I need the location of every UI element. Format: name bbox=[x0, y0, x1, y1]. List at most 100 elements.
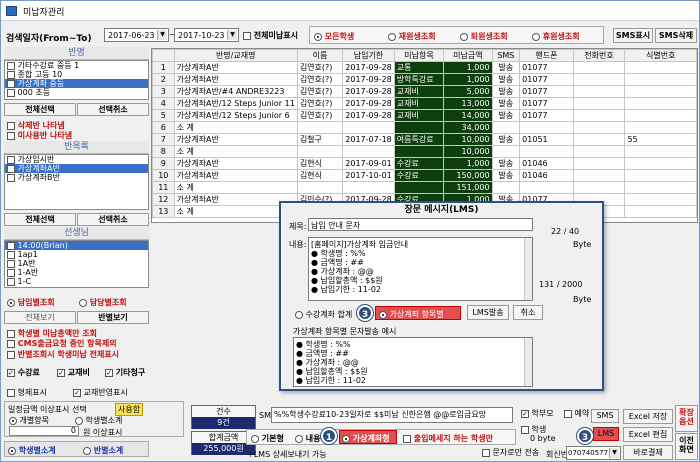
table-row[interactable]: 3 가상계좌A반/#4 ANDRE3223 김연호(?) 2017-09-28 교재비 5… bbox=[152, 85, 697, 98]
table-cell: 가상계좌A반 bbox=[173, 73, 298, 86]
material-checkbox[interactable]: ✓ 교재비 bbox=[57, 367, 90, 378]
sms-show-button[interactable]: SMS표시 bbox=[613, 28, 653, 43]
sub-class-list[interactable]: 가상입시반 ✓ 가상계좌A반 가상계좌B반 bbox=[4, 154, 149, 210]
student-option-label: 퇴원생조회 bbox=[470, 32, 508, 41]
reserve-checkbox[interactable]: 예약 bbox=[564, 408, 589, 419]
list-item[interactable]: 1-C bbox=[5, 277, 148, 286]
content-line: ● 가상계좌 : @@ bbox=[311, 267, 374, 276]
table-row[interactable]: 8소 계 10,000 bbox=[152, 145, 697, 158]
table-row[interactable]: 2 가상계좌A반 김연호(?) 2017-09-28 방학특강료 1,000 발송 01077 bbox=[152, 73, 697, 86]
excel-save-button[interactable]: Excel 저장 bbox=[623, 409, 673, 424]
column-header[interactable]: 반명/교재명 bbox=[173, 49, 298, 62]
subtotal-option-student[interactable]: 학생별소계 bbox=[8, 445, 56, 456]
table-cell: 10,000 bbox=[443, 145, 493, 158]
column-header[interactable]: 식별번호 bbox=[624, 49, 697, 62]
row-number-cell: 10 bbox=[152, 169, 175, 182]
reply-number-select[interactable]: 07074057755 ▼ bbox=[566, 446, 621, 460]
sub-select-all-button[interactable]: 전체선택 bbox=[4, 213, 76, 226]
etc-checkbox[interactable]: ✓ 기타청구 bbox=[105, 367, 145, 378]
sms-delete-button[interactable]: SMS삭제 bbox=[655, 28, 697, 43]
unpaid-only-checkbox[interactable]: 출입메세지 하는 학생만 bbox=[403, 433, 493, 444]
column-header[interactable]: 핸드폰 bbox=[519, 49, 574, 62]
list-item[interactable]: 종합 고등 10 bbox=[5, 70, 148, 79]
unused-class-checkbox[interactable]: 미사용반 나타냄 bbox=[7, 130, 72, 141]
lms-cancel-button[interactable]: 취소 bbox=[513, 305, 543, 320]
parent-checkbox[interactable]: ✓ 학부모 bbox=[521, 408, 554, 419]
unpaid-grid[interactable]: 반명/교재명 이름 납입기한 미납항목 미납금액 SMS 핸드폰 전화번호 식별번호 1 가상계좌… bbox=[151, 48, 698, 223]
scrollbar[interactable] bbox=[524, 338, 532, 386]
opt-item-radio[interactable]: 가상계좌 항목별 bbox=[375, 306, 461, 320]
list-item[interactable]: 1-A반 bbox=[5, 268, 148, 277]
table-row[interactable]: 10 가상계좌A반 김현식 2017-10-01 수강료 150,000 발송 01046 bbox=[152, 169, 697, 182]
sms-text-input[interactable]: %%학생수강료10-23일자로 $$미납 신한은행 @@로입금요망 bbox=[271, 407, 513, 423]
barcode-pay-button[interactable]: 바로결제 bbox=[623, 445, 673, 460]
sibling-checkbox[interactable]: 형제표시 bbox=[7, 387, 47, 398]
student-option-enrolled[interactable]: 재원생조회 bbox=[388, 31, 436, 42]
list-item[interactable]: 000 초등 bbox=[5, 88, 148, 97]
column-header[interactable]: 전화번호 bbox=[572, 49, 626, 62]
list-item[interactable]: 14:00(Brian) bbox=[5, 241, 148, 250]
class-list[interactable]: 기타수강료 중등 1 종합 고등 10 ✓ 가상계좌 중등 000 초등 bbox=[4, 60, 149, 100]
type-vaccount[interactable]: 가상계좌형 bbox=[339, 430, 397, 444]
excel-edit-button[interactable]: Excel 편집 bbox=[623, 427, 673, 442]
column-header[interactable]: 납입기한 bbox=[342, 49, 395, 62]
list-item[interactable]: ✓ 가상계좌 중등 bbox=[5, 79, 148, 88]
range-option-item[interactable]: 개별항목 bbox=[9, 415, 49, 426]
class-reflect-checkbox[interactable]: ✓ 교재반영표시 bbox=[73, 387, 128, 398]
student-option-all[interactable]: 모든학생 bbox=[314, 31, 354, 42]
list-item[interactable]: 1A반 bbox=[5, 259, 148, 268]
list-item[interactable]: 가상계좌B반 bbox=[5, 173, 148, 182]
cms-exclude-checkbox[interactable]: CMS출금요청 중인 항목제외 bbox=[7, 338, 117, 349]
column-header[interactable]: SMS bbox=[491, 49, 521, 62]
subtotal-option-class[interactable]: 반별소계 bbox=[83, 445, 123, 456]
column-header[interactable]: 미납금액 bbox=[443, 49, 493, 62]
view-class-button[interactable]: 반별보기 bbox=[77, 311, 149, 324]
student-option-leave[interactable]: 휴원생조회 bbox=[532, 31, 580, 42]
table-row[interactable]: 6소 계 34,000 bbox=[152, 121, 697, 134]
byte-count: 0 byte bbox=[530, 434, 556, 443]
date-from-select[interactable]: 2017-06-23 ▼ bbox=[104, 28, 169, 42]
teacher-option-class[interactable]: 담임별조회 bbox=[7, 297, 55, 308]
column-header[interactable]: 이름 bbox=[296, 49, 344, 62]
subject-input[interactable]: 납입 안내 문자 bbox=[308, 218, 533, 231]
list-item[interactable]: 기타수강료 중등 1 bbox=[5, 61, 148, 70]
list-item[interactable]: 1ap1 bbox=[5, 250, 148, 259]
teacher-option-charge[interactable]: 담당별조회 bbox=[79, 297, 127, 308]
table-cell: 발송 bbox=[491, 97, 521, 110]
amount-input[interactable]: 0 bbox=[9, 426, 79, 436]
date-to-select[interactable]: 2017-10-23 ▼ bbox=[174, 28, 239, 42]
table-row[interactable]: 1 가상계좌A반 김연호(?) 2017-09-28 교통 1,000 발송 01077 bbox=[152, 61, 697, 74]
class-all-checkbox[interactable]: 반별조회시 학생미납 전체표시 bbox=[7, 349, 119, 360]
table-row[interactable]: 7 가상계좌A반 김철구 2017-07-18 여름특강료 10,000 발송 01051 55 bbox=[152, 133, 697, 146]
table-cell: 14,000 bbox=[443, 109, 493, 122]
type-basic[interactable]: 기본형 bbox=[251, 433, 284, 444]
fee-checkbox[interactable]: ✓ 수강료 bbox=[7, 367, 40, 378]
list-item[interactable]: 가상입시반 bbox=[5, 155, 148, 164]
content-textarea[interactable]: [홈페이지]가상계좌 입금안내 ● 학생명 : %% ● 금액명 : ## ● … bbox=[308, 237, 533, 301]
table-row[interactable]: 11 소 계 151,000 bbox=[152, 181, 697, 194]
preview-label: 가상계좌 항목별 문자발송 예시 bbox=[293, 327, 397, 336]
lms-send-button[interactable]: LMS발송 bbox=[467, 305, 509, 320]
parent-label: 학부모 bbox=[531, 409, 554, 418]
table-row[interactable]: 5 가상계좌A반/12 Steps Junior 6 김연호(?) 2017-09-2… bbox=[152, 109, 697, 122]
sub-deselect-button[interactable]: 선택취소 bbox=[77, 213, 149, 226]
view-all-button[interactable]: 전체보기 bbox=[4, 311, 76, 324]
table-row[interactable]: 9 가상계좌A반 김현식 2017-09-01 수강료 1,000 발송 01046 bbox=[152, 157, 697, 170]
scrollbar[interactable] bbox=[524, 238, 532, 300]
text-only-checkbox[interactable]: 문자로만 전송 bbox=[482, 447, 539, 458]
class-deselect-button[interactable]: 선택취소 bbox=[77, 103, 149, 116]
table-row[interactable]: 4 가상계좌A반/12 Steps Junior 11 김연호(?) 2017-09-… bbox=[152, 97, 697, 110]
show-all-unpaid-checkbox[interactable]: 전체미납표시 bbox=[243, 30, 298, 41]
class-select-all-button[interactable]: 전체선택 bbox=[4, 103, 76, 116]
expand-option-button[interactable]: 확장 옵션 bbox=[675, 405, 698, 432]
list-item[interactable]: ✓ 가상계좌A반 bbox=[5, 164, 148, 173]
table-cell: 발송 bbox=[491, 133, 521, 146]
lms-open-button[interactable]: LMS bbox=[593, 427, 619, 441]
teacher-list[interactable]: 14:00(Brian) 1ap1 1A반 1-A반 1-C bbox=[4, 240, 149, 288]
student-option-withdrawn[interactable]: 퇴원생조회 bbox=[460, 31, 508, 42]
range-option-student[interactable]: 학생별소계 bbox=[75, 415, 122, 426]
previous-screen-button[interactable]: 이전 화면 bbox=[675, 433, 698, 460]
column-header[interactable]: 미납항목 bbox=[393, 49, 445, 62]
sms-send-button[interactable]: SMS bbox=[591, 409, 619, 423]
opt-all-radio[interactable]: 수강계좌 합계 bbox=[295, 309, 352, 320]
